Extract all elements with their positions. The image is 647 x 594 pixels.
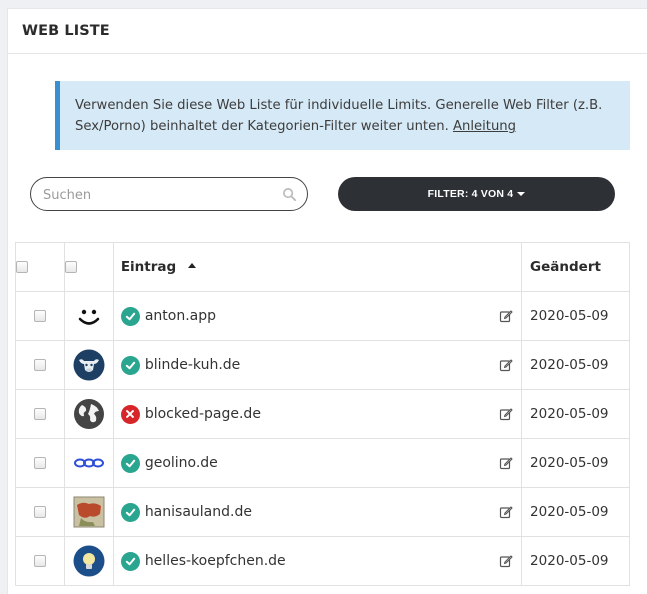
entry-left: hanisauland.de: [120, 502, 252, 522]
table-header-row: Eintrag Geändert: [15, 242, 630, 292]
row-select-cell: [15, 487, 65, 537]
row-entry-cell: helles-koepfchen.de: [112, 536, 523, 586]
row-entry-cell: geolino.de: [112, 438, 523, 488]
entry-domain: geolino.de: [144, 455, 218, 471]
row-changed-date: 2020-05-09: [521, 389, 630, 439]
check-circle-icon: [120, 355, 140, 375]
table-row[interactable]: blocked-page.de 2020-05-09: [15, 389, 630, 439]
select-all-cell: [15, 242, 65, 292]
edit-icon[interactable]: [499, 358, 513, 372]
row-logo-cell: [63, 389, 114, 439]
row-logo-cell: [63, 438, 114, 488]
row-changed-date: 2020-05-09: [521, 487, 630, 537]
filter-button[interactable]: FILTER: 4 VON 4: [338, 177, 615, 211]
changed-header-label: Geändert: [530, 259, 601, 275]
row-checkbox[interactable]: [33, 457, 46, 469]
smiley-logo-icon: [78, 309, 100, 325]
entry-content: hanisauland.de: [120, 502, 521, 522]
entry-domain: anton.app: [144, 308, 216, 324]
entry-domain: helles-koepfchen.de: [144, 553, 286, 569]
entry-content: geolino.de: [120, 453, 521, 473]
table-row[interactable]: helles-koepfchen.de 2020-05-09: [15, 536, 630, 586]
entry-header-label: Eintrag: [120, 259, 177, 275]
chain-logo-icon: [73, 458, 104, 468]
entry-left: anton.app: [120, 306, 216, 326]
search-icon[interactable]: [282, 187, 297, 202]
row-changed-date: 2020-05-09: [521, 438, 630, 488]
row-checkbox[interactable]: [33, 359, 46, 371]
filter-label: FILTER: 4 VON 4: [427, 188, 514, 200]
entry-left: blocked-page.de: [120, 404, 261, 424]
changed-column-header[interactable]: Geändert: [521, 242, 630, 292]
map-logo-icon: [73, 496, 105, 528]
info-text: Verwenden Sie diese Web Liste für indivi…: [75, 98, 603, 134]
row-logo-cell: [63, 340, 114, 390]
bulb-logo-icon: [73, 545, 105, 577]
select-logo-checkbox[interactable]: [64, 261, 77, 273]
row-entry-cell: blinde-kuh.de: [112, 340, 523, 390]
row-select-cell: [15, 389, 65, 439]
entry-content: blinde-kuh.de: [120, 355, 521, 375]
row-checkbox[interactable]: [33, 555, 46, 567]
edit-icon[interactable]: [499, 456, 513, 470]
row-select-cell: [15, 340, 65, 390]
logo-header-cell: [63, 242, 114, 292]
entry-left: helles-koepfchen.de: [120, 551, 286, 571]
panel-header: WEB LISTE: [8, 9, 647, 54]
row-select-cell: [15, 536, 65, 586]
check-circle-icon: [120, 502, 140, 522]
sort-ascending-icon: [188, 263, 197, 268]
caret-down-icon: [517, 192, 526, 196]
edit-icon[interactable]: [499, 505, 513, 519]
entry-domain: blocked-page.de: [144, 406, 261, 422]
row-logo-cell: [63, 536, 114, 586]
x-circle-icon: [120, 404, 140, 424]
search-box: [30, 177, 308, 211]
row-changed-date: 2020-05-09: [521, 536, 630, 586]
entry-left: blinde-kuh.de: [120, 355, 241, 375]
edit-icon[interactable]: [499, 554, 513, 568]
row-select-cell: [15, 438, 65, 488]
row-logo-cell: [63, 291, 114, 341]
entry-domain: hanisauland.de: [144, 504, 252, 520]
table-row[interactable]: anton.app 2020-05-09: [15, 291, 630, 341]
entry-content: helles-koepfchen.de: [120, 551, 521, 571]
entry-domain: blinde-kuh.de: [144, 357, 241, 373]
row-entry-cell: blocked-page.de: [112, 389, 523, 439]
search-input[interactable]: [43, 185, 273, 205]
panel-title: WEB LISTE: [22, 23, 110, 39]
row-logo-cell: [63, 487, 114, 537]
row-changed-date: 2020-05-09: [521, 340, 630, 390]
table-row[interactable]: blinde-kuh.de 2020-05-09: [15, 340, 630, 390]
info-alert: Verwenden Sie diese Web Liste für indivi…: [55, 81, 630, 150]
entry-column-header[interactable]: Eintrag: [112, 242, 523, 292]
table-row[interactable]: geolino.de 2020-05-09: [15, 438, 630, 488]
check-circle-icon: [120, 453, 140, 473]
row-checkbox[interactable]: [33, 310, 46, 322]
edit-icon[interactable]: [499, 407, 513, 421]
globe-logo-icon: [73, 399, 104, 429]
row-checkbox[interactable]: [33, 408, 46, 420]
entry-content: anton.app: [120, 306, 521, 326]
row-entry-cell: anton.app: [112, 291, 523, 341]
row-select-cell: [15, 291, 65, 341]
row-changed-date: 2020-05-09: [521, 291, 630, 341]
entry-left: geolino.de: [120, 453, 218, 473]
select-all-checkbox[interactable]: [16, 261, 28, 273]
cow-logo-icon: [73, 349, 105, 381]
web-list-table: Eintrag Geändert anton.app 2020-05-09 bli…: [15, 242, 630, 586]
table-row[interactable]: hanisauland.de 2020-05-09: [15, 487, 630, 537]
check-circle-icon: [120, 551, 140, 571]
guide-link[interactable]: Anleitung: [453, 119, 516, 134]
edit-icon[interactable]: [499, 309, 513, 323]
row-entry-cell: hanisauland.de: [112, 487, 523, 537]
entry-content: blocked-page.de: [120, 404, 521, 424]
check-circle-icon: [120, 306, 140, 326]
row-checkbox[interactable]: [33, 506, 46, 518]
